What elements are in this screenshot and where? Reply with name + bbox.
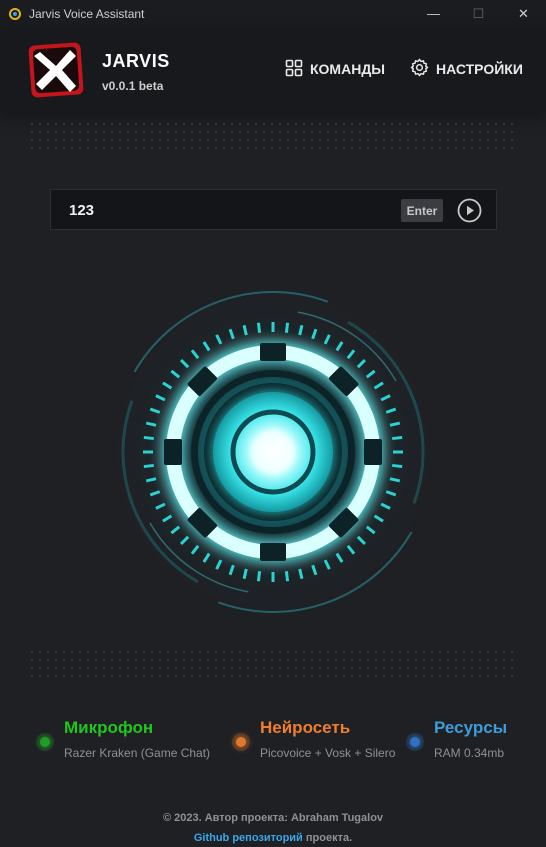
- reactor-segment: [260, 343, 286, 361]
- reactor-tick: [256, 322, 262, 333]
- neural-engines: Picovoice + Vosk + Silero: [260, 746, 396, 760]
- reactor-tick: [143, 463, 154, 469]
- reactor-segment: [260, 543, 286, 561]
- nav-settings-button[interactable]: НАСТРОЙКИ: [410, 57, 523, 81]
- grid-icon: [285, 59, 310, 80]
- brand-name: JARVIS: [102, 51, 170, 71]
- decorative-dots: [28, 648, 518, 678]
- reactor-tick: [284, 571, 290, 582]
- reactor-graphic: [98, 277, 448, 627]
- resources-ram: RAM 0.34mb: [434, 746, 505, 760]
- app-header: JARVIS v0.0.1 beta КОМАНДЫ НАСТРОЙКИ: [0, 27, 546, 112]
- github-repo-link[interactable]: Github репозиторий: [194, 832, 303, 844]
- reactor-tick: [256, 571, 262, 582]
- copyright-text: © 2023. Автор проекта: Abraham Tugalov: [162, 812, 384, 824]
- jarvis-logo-icon: [26, 40, 86, 100]
- footer: © 2023. Автор проекта: Abraham Tugalov G…: [0, 808, 546, 847]
- microphone-device: Razer Kraken (Game Chat): [64, 746, 211, 760]
- maximize-button[interactable]: ☐: [456, 0, 501, 27]
- nav-settings-label: НАСТРОЙКИ: [436, 61, 523, 77]
- microphone-status-indicator: [36, 733, 54, 751]
- nav-commands-button[interactable]: КОМАНДЫ: [285, 57, 385, 81]
- window-title: Jarvis Voice Assistant: [29, 6, 145, 21]
- command-bar: Enter: [50, 189, 497, 230]
- repo-line: Github репозиторий проекта.: [0, 828, 546, 847]
- reactor-segment: [364, 439, 382, 465]
- reactor-tick: [284, 322, 290, 333]
- reactor-core-highlight: [251, 430, 295, 474]
- reactor-segment: [164, 439, 182, 465]
- nav-commands-label: КОМАНДЫ: [310, 61, 385, 77]
- app-icon: [9, 7, 21, 20]
- enter-button[interactable]: Enter: [401, 199, 443, 222]
- reactor-tick: [392, 435, 403, 441]
- brand-version: v0.0.1 beta: [102, 79, 164, 93]
- repo-suffix: проекта.: [302, 832, 353, 844]
- decorative-dots: [28, 120, 518, 150]
- reactor-tick: [143, 435, 154, 441]
- close-button[interactable]: ✕: [501, 0, 546, 27]
- neural-status-indicator: [232, 733, 250, 751]
- gear-icon: [410, 58, 436, 80]
- play-icon[interactable]: [457, 198, 482, 223]
- command-input[interactable]: [69, 199, 389, 221]
- resources-status-indicator: [406, 733, 424, 751]
- neural-label: Нейросеть: [260, 718, 351, 737]
- resources-label: Ресурсы: [434, 718, 508, 737]
- microphone-label: Микрофон: [64, 718, 154, 737]
- reactor-tick: [392, 463, 403, 469]
- minimize-button[interactable]: —: [411, 0, 456, 27]
- arc-reactor-visual[interactable]: [93, 262, 453, 642]
